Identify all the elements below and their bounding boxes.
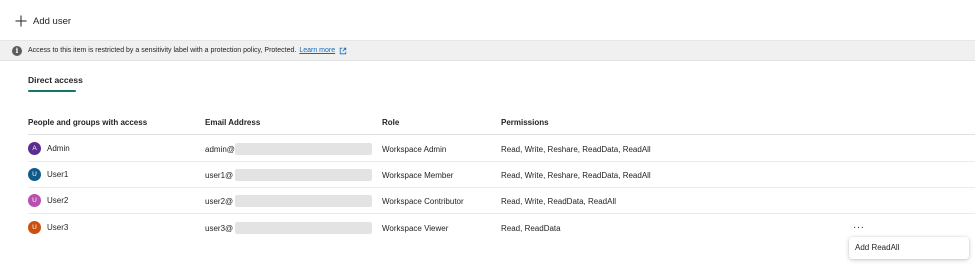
info-icon: i — [12, 45, 22, 56]
redacted-email — [235, 143, 372, 155]
more-options-button[interactable]: ··· — [853, 222, 865, 233]
add-user-button[interactable]: Add user — [14, 12, 71, 30]
permissions: Read, Write, Reshare, ReadData, ReadAll — [501, 171, 651, 180]
sensitivity-banner: i Access to this item is restricted by a… — [0, 41, 975, 61]
active-tab-indicator — [28, 90, 76, 92]
email-prefix: user3@ — [205, 224, 234, 233]
tab-direct-access[interactable]: Direct access — [28, 75, 83, 85]
role: Workspace Contributor — [382, 197, 464, 206]
column-header-permissions: Permissions — [501, 118, 549, 127]
redacted-email — [235, 169, 372, 181]
avatar: U — [28, 221, 41, 234]
column-header-role: Role — [382, 118, 400, 127]
permissions: Read, Write, Reshare, ReadData, ReadAll — [501, 145, 651, 154]
user-name: User2 — [47, 196, 69, 205]
role: Workspace Viewer — [382, 224, 449, 233]
column-header-email: Email Address — [205, 118, 261, 127]
redacted-email — [235, 195, 372, 207]
permissions: Read, Write, ReadData, ReadAll — [501, 197, 617, 206]
add-readall-menu-item[interactable]: Add ReadAll — [855, 243, 899, 252]
email-prefix: user1@ — [205, 171, 234, 180]
avatar: U — [28, 168, 41, 181]
toolbar: Add user — [0, 0, 975, 41]
row-divider — [28, 161, 975, 162]
avatar: U — [28, 194, 41, 207]
user-name: User1 — [47, 170, 69, 179]
context-menu: Add ReadAll — [849, 237, 969, 259]
external-link-icon[interactable] — [339, 47, 347, 55]
email-prefix: user2@ — [205, 197, 234, 206]
add-user-label: Add user — [33, 15, 72, 27]
learn-more-link[interactable]: Learn more — [299, 47, 335, 54]
redacted-email — [235, 222, 372, 234]
permissions: Read, ReadData — [501, 224, 561, 233]
user-name: User3 — [47, 223, 69, 232]
avatar: A — [28, 142, 41, 155]
role: Workspace Member — [382, 171, 454, 180]
plus-icon — [15, 15, 27, 27]
header-divider — [28, 134, 975, 135]
banner-message: Access to this item is restricted by a s… — [28, 47, 297, 54]
row-divider — [28, 187, 975, 188]
user-name: Admin — [47, 144, 70, 153]
column-header-people: People and groups with access — [28, 118, 148, 127]
row-divider — [28, 213, 975, 214]
role: Workspace Admin — [382, 145, 447, 154]
email-prefix: admin@ — [205, 145, 235, 154]
